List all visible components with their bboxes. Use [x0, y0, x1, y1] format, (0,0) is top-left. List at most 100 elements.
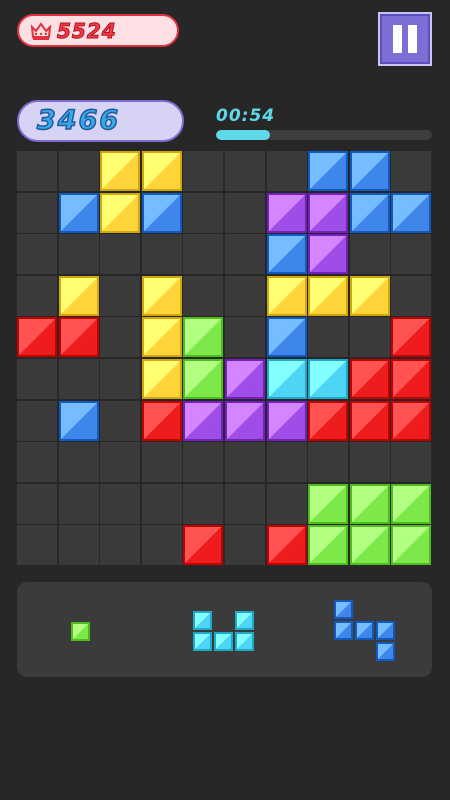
- yellow-block[interactable]: [141, 317, 182, 358]
- red-block[interactable]: [391, 400, 432, 441]
- green-block[interactable]: [308, 483, 349, 524]
- empty-cell[interactable]: [391, 275, 432, 316]
- purple-block[interactable]: [183, 400, 224, 441]
- empty-cell[interactable]: [17, 192, 57, 233]
- empty-cell[interactable]: [391, 234, 432, 275]
- empty-cell[interactable]: [58, 359, 99, 399]
- empty-cell[interactable]: [17, 151, 57, 191]
- empty-cell[interactable]: [349, 317, 390, 358]
- purple-block[interactable]: [308, 192, 349, 233]
- red-block[interactable]: [308, 400, 349, 441]
- empty-cell[interactable]: [349, 234, 390, 275]
- empty-cell[interactable]: [17, 400, 57, 441]
- empty-cell[interactable]: [17, 275, 57, 316]
- empty-cell[interactable]: [266, 151, 307, 191]
- blue-block[interactable]: [266, 234, 307, 275]
- empty-cell[interactable]: [349, 442, 390, 483]
- red-block[interactable]: [391, 317, 432, 358]
- empty-cell[interactable]: [183, 442, 224, 483]
- empty-cell[interactable]: [17, 234, 57, 275]
- green-block[interactable]: [308, 525, 349, 566]
- purple-block[interactable]: [308, 234, 349, 275]
- blue-block[interactable]: [58, 400, 99, 441]
- green-block[interactable]: [349, 483, 390, 524]
- empty-cell[interactable]: [17, 442, 57, 483]
- empty-cell[interactable]: [100, 317, 141, 358]
- empty-cell[interactable]: [58, 442, 99, 483]
- empty-cell[interactable]: [183, 234, 224, 275]
- blue-block[interactable]: [266, 317, 307, 358]
- purple-block[interactable]: [266, 192, 307, 233]
- empty-cell[interactable]: [308, 317, 349, 358]
- red-block[interactable]: [58, 317, 99, 358]
- empty-cell[interactable]: [58, 525, 99, 566]
- green-block[interactable]: [391, 525, 432, 566]
- blue-block[interactable]: [349, 192, 390, 233]
- yellow-block[interactable]: [266, 275, 307, 316]
- blue-block[interactable]: [391, 192, 432, 233]
- empty-cell[interactable]: [183, 483, 224, 524]
- blue-block[interactable]: [58, 192, 99, 233]
- red-block[interactable]: [17, 317, 57, 358]
- blue-block[interactable]: [141, 192, 182, 233]
- empty-cell[interactable]: [141, 442, 182, 483]
- empty-cell[interactable]: [225, 275, 265, 316]
- purple-block[interactable]: [225, 400, 265, 441]
- cyan-block[interactable]: [266, 359, 307, 399]
- empty-cell[interactable]: [58, 151, 99, 191]
- green-block[interactable]: [183, 359, 224, 399]
- blue-block[interactable]: [349, 151, 390, 191]
- empty-cell[interactable]: [391, 442, 432, 483]
- empty-cell[interactable]: [100, 234, 141, 275]
- yellow-block[interactable]: [141, 275, 182, 316]
- yellow-block[interactable]: [141, 151, 182, 191]
- empty-cell[interactable]: [225, 525, 265, 566]
- empty-cell[interactable]: [17, 483, 57, 524]
- green-block[interactable]: [183, 317, 224, 358]
- empty-cell[interactable]: [100, 275, 141, 316]
- purple-block[interactable]: [225, 359, 265, 399]
- red-block[interactable]: [391, 359, 432, 399]
- green-block[interactable]: [349, 525, 390, 566]
- empty-cell[interactable]: [391, 151, 432, 191]
- yellow-block[interactable]: [100, 151, 141, 191]
- empty-cell[interactable]: [225, 442, 265, 483]
- empty-cell[interactable]: [100, 483, 141, 524]
- purple-block[interactable]: [266, 400, 307, 441]
- empty-cell[interactable]: [308, 442, 349, 483]
- green-block[interactable]: [391, 483, 432, 524]
- pause-button[interactable]: [378, 12, 432, 66]
- empty-cell[interactable]: [17, 359, 57, 399]
- red-block[interactable]: [183, 525, 224, 566]
- empty-cell[interactable]: [100, 400, 141, 441]
- yellow-block[interactable]: [141, 359, 182, 399]
- game-board[interactable]: [17, 151, 433, 567]
- cyan-block[interactable]: [308, 359, 349, 399]
- yellow-block[interactable]: [58, 275, 99, 316]
- empty-cell[interactable]: [225, 151, 265, 191]
- empty-cell[interactable]: [17, 525, 57, 566]
- empty-cell[interactable]: [141, 234, 182, 275]
- empty-cell[interactable]: [58, 234, 99, 275]
- empty-cell[interactable]: [225, 234, 265, 275]
- yellow-block[interactable]: [100, 192, 141, 233]
- empty-cell[interactable]: [141, 483, 182, 524]
- blue-block[interactable]: [308, 151, 349, 191]
- empty-cell[interactable]: [183, 151, 224, 191]
- empty-cell[interactable]: [266, 442, 307, 483]
- red-block[interactable]: [141, 400, 182, 441]
- empty-cell[interactable]: [100, 359, 141, 399]
- yellow-block[interactable]: [349, 275, 390, 316]
- empty-cell[interactable]: [183, 275, 224, 316]
- empty-cell[interactable]: [100, 525, 141, 566]
- red-block[interactable]: [349, 359, 390, 399]
- empty-cell[interactable]: [225, 483, 265, 524]
- empty-cell[interactable]: [225, 192, 265, 233]
- yellow-block[interactable]: [308, 275, 349, 316]
- empty-cell[interactable]: [100, 442, 141, 483]
- empty-cell[interactable]: [58, 483, 99, 524]
- empty-cell[interactable]: [141, 525, 182, 566]
- empty-cell[interactable]: [266, 483, 307, 524]
- empty-cell[interactable]: [183, 192, 224, 233]
- red-block[interactable]: [349, 400, 390, 441]
